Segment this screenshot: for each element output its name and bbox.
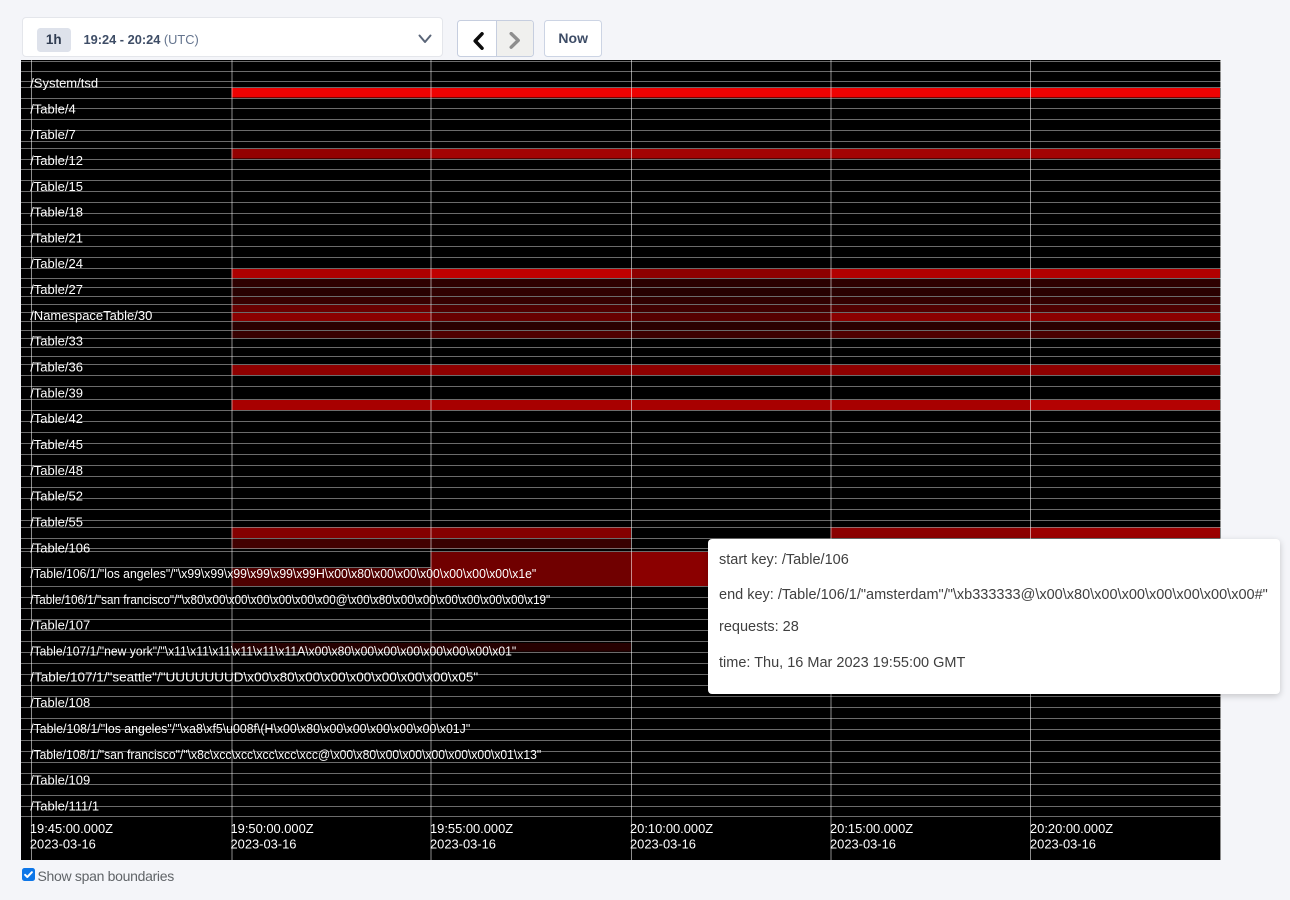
svg-text:/Table/109: /Table/109 xyxy=(30,773,90,788)
svg-text:2023-03-16: 2023-03-16 xyxy=(1030,837,1096,852)
svg-text:19:55:00.000Z: 19:55:00.000Z xyxy=(430,821,513,836)
svg-text:20:20:00.000Z: 20:20:00.000Z xyxy=(1030,821,1113,836)
svg-text:20:10:00.000Z: 20:10:00.000Z xyxy=(630,821,713,836)
svg-text:/Table/106/1/"los angeles"/"\x: /Table/106/1/"los angeles"/"\x99\x99\x99… xyxy=(30,566,536,581)
svg-text:/Table/108/1/"san francisco"/": /Table/108/1/"san francisco"/"\x8c\xcc\x… xyxy=(30,747,541,762)
svg-text:/Table/107: /Table/107 xyxy=(30,618,90,633)
svg-text:/Table/21: /Table/21 xyxy=(30,230,83,245)
svg-text:2023-03-16: 2023-03-16 xyxy=(630,837,696,852)
svg-text:20:15:00.000Z: 20:15:00.000Z xyxy=(830,821,913,836)
svg-text:2023-03-16: 2023-03-16 xyxy=(830,837,896,852)
svg-text:/Table/33: /Table/33 xyxy=(30,334,83,349)
svg-text:2023-03-16: 2023-03-16 xyxy=(231,837,297,852)
svg-text:/Table/7: /Table/7 xyxy=(30,127,76,142)
svg-text:/Table/36: /Table/36 xyxy=(30,360,83,375)
svg-text:/Table/108/1/"los angeles"/"\x: /Table/108/1/"los angeles"/"\xa8\xf5\u00… xyxy=(30,721,470,736)
svg-text:/Table/106/1/"san francisco"/": /Table/106/1/"san francisco"/"\x80\x00\x… xyxy=(30,592,550,607)
svg-text:/Table/107/1/"seattle"/"UUUUUU: /Table/107/1/"seattle"/"UUUUUUUD\x00\x80… xyxy=(30,669,478,684)
svg-text:19:45:00.000Z: 19:45:00.000Z xyxy=(30,821,113,836)
svg-text:/Table/24: /Table/24 xyxy=(30,256,83,271)
svg-text:/Table/106: /Table/106 xyxy=(30,540,90,555)
svg-text:2023-03-16: 2023-03-16 xyxy=(430,837,496,852)
svg-text:19:50:00.000Z: 19:50:00.000Z xyxy=(231,821,314,836)
svg-text:/NamespaceTable/30: /NamespaceTable/30 xyxy=(30,308,152,323)
svg-text:/Table/12: /Table/12 xyxy=(30,153,83,168)
svg-text:/Table/27: /Table/27 xyxy=(30,282,83,297)
svg-text:/Table/107/1/"new york"/"\x11\: /Table/107/1/"new york"/"\x11\x11\x11\x1… xyxy=(30,644,516,659)
svg-text:/Table/45: /Table/45 xyxy=(30,437,83,452)
svg-text:/Table/39: /Table/39 xyxy=(30,385,83,400)
svg-text:/Table/18: /Table/18 xyxy=(30,205,83,220)
svg-text:/Table/4: /Table/4 xyxy=(30,101,76,116)
svg-text:2023-03-16: 2023-03-16 xyxy=(30,837,96,852)
svg-text:/Table/42: /Table/42 xyxy=(30,411,83,426)
svg-text:/Table/52: /Table/52 xyxy=(30,489,83,504)
svg-text:/System/tsd: /System/tsd xyxy=(30,76,98,91)
svg-text:/Table/108: /Table/108 xyxy=(30,695,90,710)
svg-text:/Table/55: /Table/55 xyxy=(30,514,83,529)
svg-text:/Table/48: /Table/48 xyxy=(30,463,83,478)
svg-text:/Table/15: /Table/15 xyxy=(30,179,83,194)
svg-text:/Table/111/1: /Table/111/1 xyxy=(30,799,99,814)
